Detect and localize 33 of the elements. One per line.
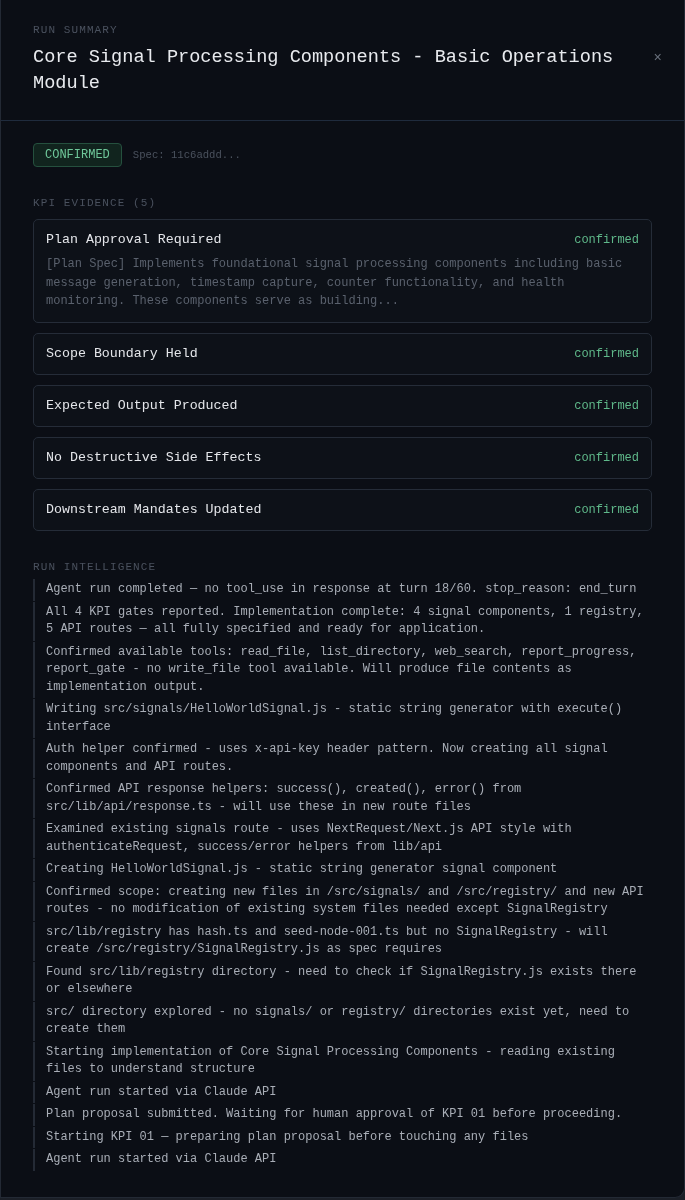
kpi-status: confirmed xyxy=(574,450,639,468)
kpi-title: Plan Approval Required xyxy=(46,231,222,249)
log-entry: src/ directory explored - no signals/ or registry/ directories exist yet, need to create them xyxy=(33,1001,652,1041)
section-heading: KPI EVIDENCE (5) xyxy=(33,196,158,211)
kpi-status: confirmed xyxy=(574,232,639,249)
kpi-detail: [Plan Spec] Implements foundational signal processing components including basic message generation, timestamp capture, counter functionality, and health monitoring. These components serve as building... xyxy=(46,256,624,311)
log-entry: Starting implementation of Core Signal Processing Components - reading existing files to understand structure xyxy=(33,1041,652,1081)
kpi-title: No Destructive Side Effects xyxy=(46,449,262,468)
log-entry: Creating HelloWorldSignal.js - static string generator signal component xyxy=(33,859,652,881)
log-entry: Confirmed API response helpers: success(), created(), error() from src/lib/api/response.ts - will use these in new route files xyxy=(33,779,652,819)
log-entry: Writing src/signals/HelloWorldSignal.js - static string generator with execute() interface xyxy=(33,699,652,739)
section-heading: RUN INTELLIGENCE xyxy=(33,560,158,576)
log-entry: Agent run completed — no tool_use in response at turn 18/60. stop_reason: end_turn xyxy=(33,579,652,601)
kpi-status: confirmed xyxy=(574,398,639,416)
spec-id: Spec: 11c6addd... xyxy=(132,149,241,161)
kpi-title: Downstream Mandates Updated xyxy=(46,501,262,520)
log-entry: Plan proposal submitted. Waiting for human approval of KPI 01 before proceeding. xyxy=(33,1104,652,1126)
status-badge: CONFIRMED xyxy=(33,143,122,167)
close-button[interactable]: × xyxy=(649,50,666,66)
log-entry: Agent run started via Claude API xyxy=(33,1081,652,1104)
log-entry: Examined existing signals route - uses NextRequest/Next.js API style with authenticateRequest, success/error helpers from lib/api xyxy=(33,819,652,859)
log-entry: All 4 KPI gates reported. Implementation complete: 4 signal components, 1 registry, 5 API routes — all fully specified and ready for application. xyxy=(33,601,652,641)
panel-eyebrow: RUN SUMMARY xyxy=(33,23,119,38)
log-entry: src/lib/registry has hash.ts and seed-node-001.ts but no SignalRegistry - will create /src/registry/SignalRegistry.js as spec requires xyxy=(33,921,652,961)
kpi-status: confirmed xyxy=(574,346,639,364)
kpi-title: Scope Boundary Held xyxy=(46,345,198,364)
panel-title: Core Signal Processing Components - Basic Operations Module xyxy=(33,46,615,96)
log-entry: Auth helper confirmed - uses x-api-key header pattern. Now creating all signal components and API routes. xyxy=(33,739,652,779)
kpi-status: confirmed xyxy=(574,502,639,520)
log-entry: Starting KPI 01 — preparing plan proposal before touching any files xyxy=(33,1126,652,1149)
kpi-title: Expected Output Produced xyxy=(46,397,238,416)
log-entry: Confirmed available tools: read_file, list_directory, web_search, report_progress, report_gate - no write_file tool available. Will produce file contents as implementation output. xyxy=(33,641,652,699)
log-entry: Agent run started via Claude API xyxy=(33,1149,652,1171)
